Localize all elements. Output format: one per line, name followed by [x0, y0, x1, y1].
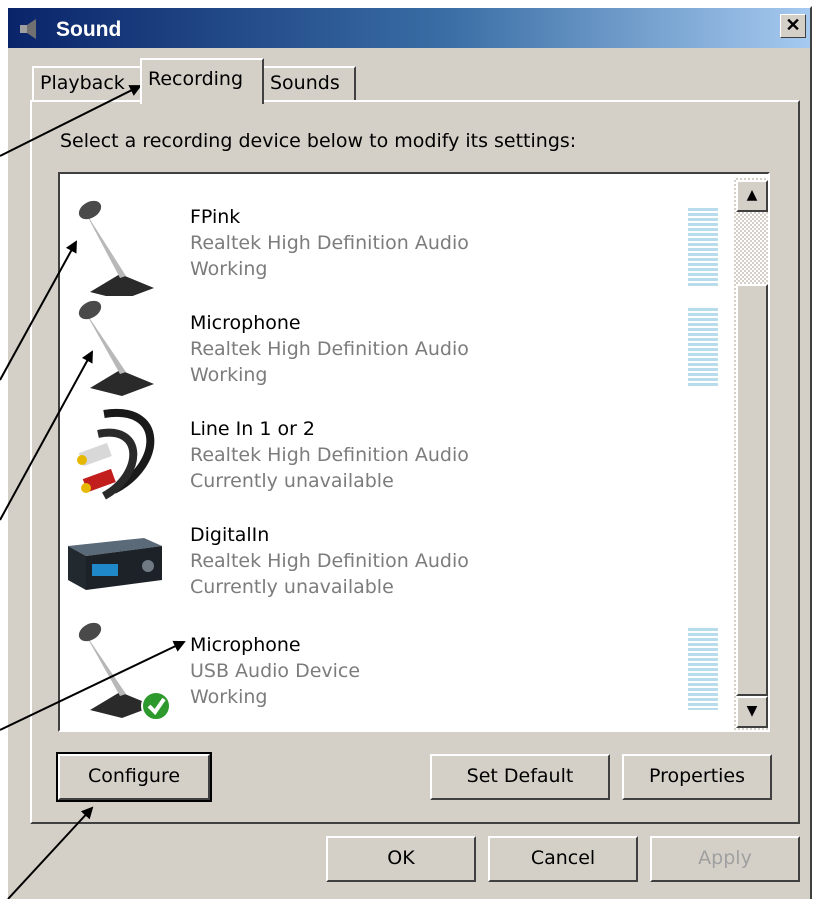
device-list[interactable]: FPink Realtek High Definition Audio Work…	[58, 172, 770, 732]
scroll-up-button[interactable]: ▲	[736, 180, 768, 212]
close-icon: ✕	[785, 15, 801, 35]
device-status: Currently unavailable	[190, 470, 394, 492]
device-name: Line In 1 or 2	[190, 418, 316, 440]
device-driver: USB Audio Device	[190, 660, 361, 682]
default-check-icon	[141, 691, 171, 721]
device-name: FPink	[190, 206, 241, 228]
tab-sounds[interactable]: Sounds	[262, 66, 356, 102]
level-meter	[688, 308, 718, 386]
device-name: DigitalIn	[190, 524, 270, 546]
title-bar[interactable]: Sound	[8, 8, 810, 48]
configure-button[interactable]: Configure	[56, 752, 212, 802]
list-item[interactable]: Line In 1 or 2 Realtek High Definition A…	[60, 404, 730, 508]
tab-recording[interactable]: Recording	[140, 58, 264, 104]
level-meter	[688, 208, 718, 286]
tab-playback[interactable]: Playback	[32, 66, 142, 102]
device-status: Working	[190, 258, 268, 280]
microphone-icon	[78, 622, 171, 721]
list-item[interactable]: Microphone USB Audio Device Working	[60, 616, 730, 724]
window-title: Sound	[56, 18, 122, 41]
arrow-up-icon: ▲	[746, 187, 758, 203]
scroll-down-button[interactable]: ▼	[736, 696, 768, 728]
device-status: Working	[190, 364, 268, 386]
instruction-text: Select a recording device below to modif…	[60, 130, 577, 152]
device-driver: Realtek High Definition Audio	[190, 232, 469, 254]
device-driver: Realtek High Definition Audio	[190, 444, 469, 466]
cancel-button[interactable]: Cancel	[488, 836, 638, 882]
digital-input-device-icon	[68, 538, 162, 590]
list-item[interactable]: Microphone Realtek High Definition Audio…	[60, 298, 730, 402]
microphone-icon	[78, 300, 154, 396]
device-status: Currently unavailable	[190, 576, 394, 598]
level-meter	[688, 628, 718, 710]
ok-button[interactable]: OK	[326, 836, 476, 882]
arrow-down-icon: ▼	[746, 703, 758, 719]
list-item[interactable]: FPink Realtek High Definition Audio Work…	[60, 192, 730, 296]
device-status: Working	[190, 686, 268, 708]
tab-label: Recording	[148, 68, 244, 90]
scroll-thumb[interactable]	[736, 284, 768, 696]
apply-button[interactable]: Apply	[650, 836, 800, 882]
microphone-icon	[78, 200, 154, 296]
device-driver: Realtek High Definition Audio	[190, 338, 469, 360]
device-name: Microphone	[190, 312, 301, 334]
tab-label: Sounds	[270, 72, 340, 94]
close-button[interactable]: ✕	[780, 14, 806, 38]
properties-button[interactable]: Properties	[622, 754, 772, 800]
line-in-cable-icon	[77, 408, 155, 500]
set-default-button[interactable]: Set Default	[430, 754, 610, 800]
list-item[interactable]: DigitalIn Realtek High Definition Audio …	[60, 510, 730, 614]
speaker-icon	[20, 19, 36, 39]
device-name: Microphone	[190, 634, 301, 656]
tab-label: Playback	[40, 72, 125, 94]
device-driver: Realtek High Definition Audio	[190, 550, 469, 572]
